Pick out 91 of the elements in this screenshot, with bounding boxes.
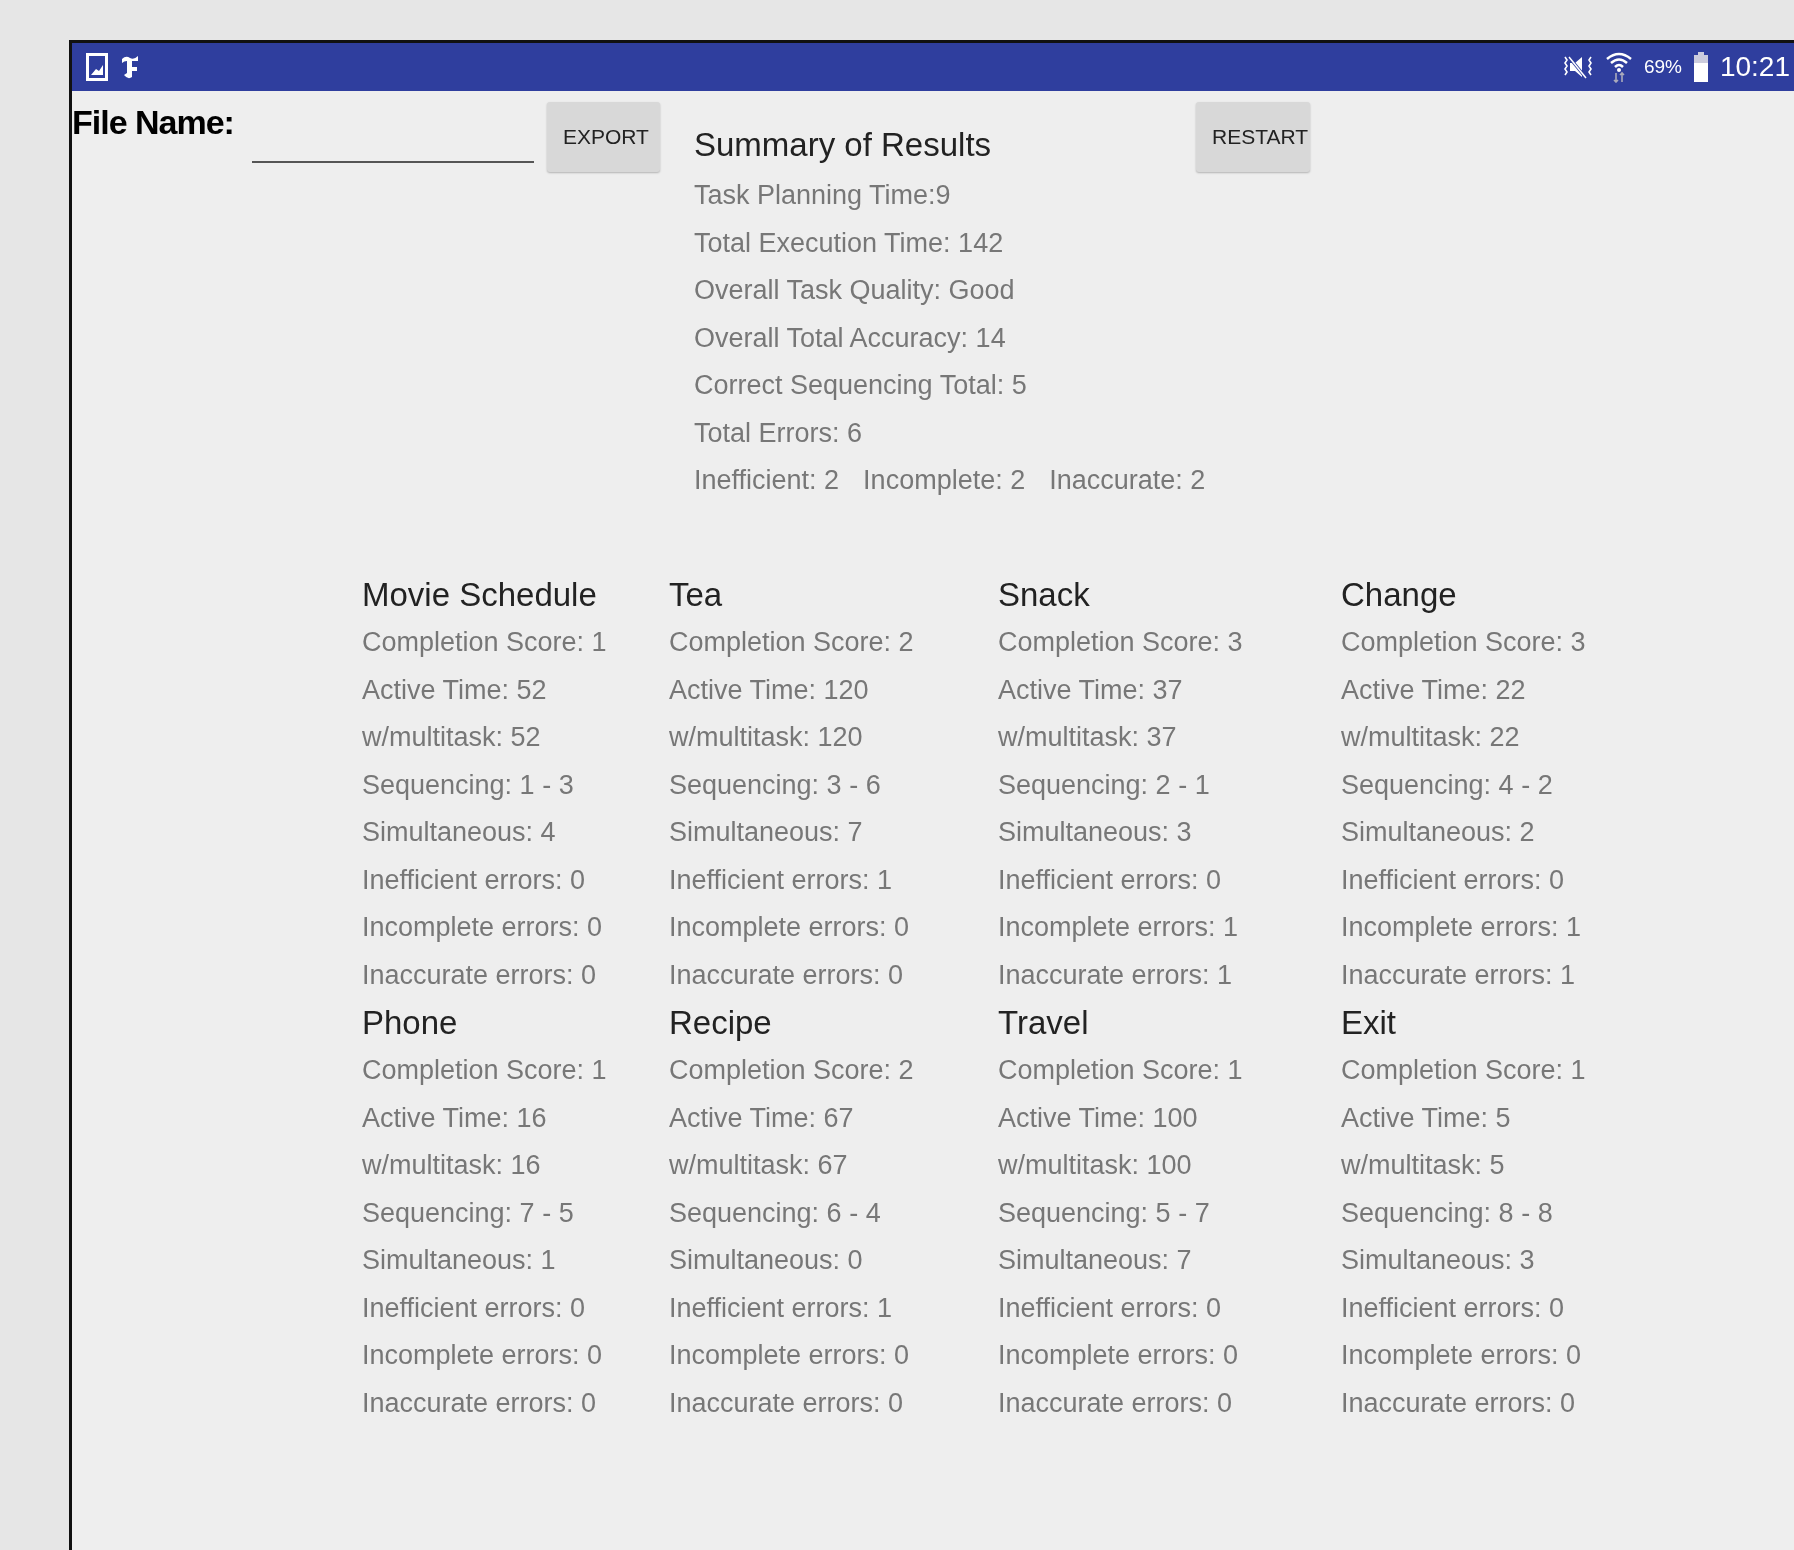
gallery-icon — [86, 53, 108, 81]
task-stat: Active Time: 120 — [669, 673, 870, 707]
task-stat: Active Time: 37 — [998, 673, 1184, 707]
task-stat: Incomplete errors: 0 — [998, 1339, 1240, 1372]
error-count: Inefficient: 2 — [694, 464, 840, 497]
task-stat: Incomplete errors: 0 — [362, 911, 604, 944]
error-count: Incomplete: 2 — [863, 464, 1026, 497]
task-stat: Completion Score: 1 — [362, 1054, 608, 1087]
task-stat: Inaccurate errors: 0 — [1341, 1386, 1577, 1420]
summary-line: Correct Sequencing Total: 5 — [694, 369, 1028, 402]
task-stat: Inaccurate errors: 1 — [1341, 958, 1577, 992]
task-title: Change — [1341, 575, 1458, 615]
task-stat: Sequencing: 6 - 4 — [669, 1196, 882, 1230]
task-stat: Incomplete errors: 0 — [669, 1339, 911, 1372]
task-stat: Sequencing: 1 - 3 — [362, 768, 575, 802]
task-stat: Inaccurate errors: 0 — [362, 1386, 598, 1420]
task-stat: Active Time: 67 — [669, 1101, 855, 1135]
task-title: Recipe — [669, 1003, 773, 1043]
task-stat: w/multitask: 22 — [1341, 721, 1521, 754]
task-stat: Inaccurate errors: 0 — [669, 1386, 905, 1420]
task-stat: Simultaneous: 0 — [669, 1244, 864, 1277]
task-stat: Inefficient errors: 0 — [362, 863, 587, 897]
task-title: Snack — [998, 575, 1091, 615]
task-stat: w/multitask: 37 — [998, 721, 1178, 754]
task-stat: w/multitask: 16 — [362, 1149, 542, 1182]
summary-line: Total Execution Time: 142 — [694, 226, 1005, 260]
export-button[interactable]: EXPORT — [546, 102, 660, 172]
task-stat: Sequencing: 4 - 2 — [1341, 768, 1554, 802]
task-stat: Simultaneous: 7 — [998, 1244, 1193, 1277]
summary-line: Task Planning Time:9 — [694, 179, 952, 212]
restart-button[interactable]: RESTART — [1196, 102, 1310, 172]
task-stat: Sequencing: 2 - 1 — [998, 768, 1211, 802]
task-stat: Active Time: 5 — [1341, 1101, 1512, 1135]
task-stat: Sequencing: 7 - 5 — [362, 1196, 575, 1230]
task-stat: Sequencing: 5 - 7 — [998, 1196, 1211, 1230]
task-stat: w/multitask: 5 — [1341, 1149, 1506, 1182]
task-stat: Simultaneous: 3 — [998, 816, 1193, 849]
error-count: Inaccurate: 2 — [1049, 464, 1206, 497]
task-stat: w/multitask: 67 — [669, 1149, 849, 1182]
clock-time: 10:21 — [1719, 51, 1790, 83]
task-stat: Active Time: 22 — [1341, 673, 1527, 707]
battery-icon — [1693, 52, 1708, 82]
task-stat: Incomplete errors: 1 — [1341, 911, 1583, 944]
task-stat: Inefficient errors: 0 — [1341, 863, 1566, 897]
task-stat: Simultaneous: 2 — [1341, 816, 1536, 849]
task-stat: Incomplete errors: 1 — [998, 911, 1240, 944]
task-stat: w/multitask: 52 — [362, 721, 542, 754]
task-stat: Simultaneous: 1 — [362, 1244, 557, 1277]
task-title: Phone — [362, 1003, 459, 1043]
task-stat: Incomplete errors: 0 — [1341, 1339, 1583, 1372]
task-stat: Incomplete errors: 0 — [362, 1339, 604, 1372]
task-stat: Completion Score: 1 — [1341, 1054, 1587, 1087]
file-name-label: File Name: — [72, 103, 234, 142]
battery-percentage: 69% — [1643, 56, 1682, 78]
task-stat: Simultaneous: 7 — [669, 816, 864, 849]
task-stat: Completion Score: 2 — [669, 626, 915, 659]
task-stat: Completion Score: 1 — [362, 626, 608, 659]
task-stat: Incomplete errors: 0 — [669, 911, 911, 944]
task-stat: Simultaneous: 3 — [1341, 1244, 1536, 1277]
task-stat: w/multitask: 100 — [998, 1149, 1193, 1182]
task-stat: Simultaneous: 4 — [362, 816, 557, 849]
task-title: Exit — [1341, 1003, 1397, 1043]
task-stat: Active Time: 100 — [998, 1101, 1199, 1135]
task-stat: Inaccurate errors: 0 — [362, 958, 598, 992]
summary-line: Overall Task Quality: Good — [694, 274, 1016, 307]
task-stat: Completion Score: 3 — [1341, 626, 1587, 659]
task-stat: Inefficient errors: 1 — [669, 863, 894, 897]
news-app-icon — [120, 53, 140, 81]
task-title: Travel — [998, 1003, 1090, 1043]
task-stat: Active Time: 52 — [362, 673, 548, 707]
task-stat: Inefficient errors: 1 — [669, 1291, 894, 1325]
task-stat: Completion Score: 2 — [669, 1054, 915, 1087]
task-stat: w/multitask: 120 — [669, 721, 864, 754]
summary-line: Overall Total Accuracy: 14 — [694, 321, 1007, 355]
task-stat: Inefficient errors: 0 — [998, 863, 1223, 897]
summary-title: Summary of Results — [694, 126, 993, 164]
summary-line: Total Errors: 6 — [694, 416, 864, 450]
task-stat: Sequencing: 3 - 6 — [669, 768, 882, 802]
task-stat: Active Time: 16 — [362, 1101, 548, 1135]
task-stat: Inefficient errors: 0 — [998, 1291, 1223, 1325]
task-stat: Sequencing: 8 - 8 — [1341, 1196, 1554, 1230]
task-stat: Inaccurate errors: 0 — [998, 1386, 1234, 1420]
task-stat: Inaccurate errors: 0 — [669, 958, 905, 992]
task-stat: Completion Score: 3 — [998, 626, 1244, 659]
task-stat: Completion Score: 1 — [998, 1054, 1244, 1087]
task-title: Tea — [669, 575, 724, 615]
wifi-icon — [1605, 51, 1632, 83]
task-stat: Inefficient errors: 0 — [1341, 1291, 1566, 1325]
task-title: Movie Schedule — [362, 575, 598, 615]
task-stat: Inefficient errors: 0 — [362, 1291, 587, 1325]
task-stat: Inaccurate errors: 1 — [998, 958, 1234, 992]
